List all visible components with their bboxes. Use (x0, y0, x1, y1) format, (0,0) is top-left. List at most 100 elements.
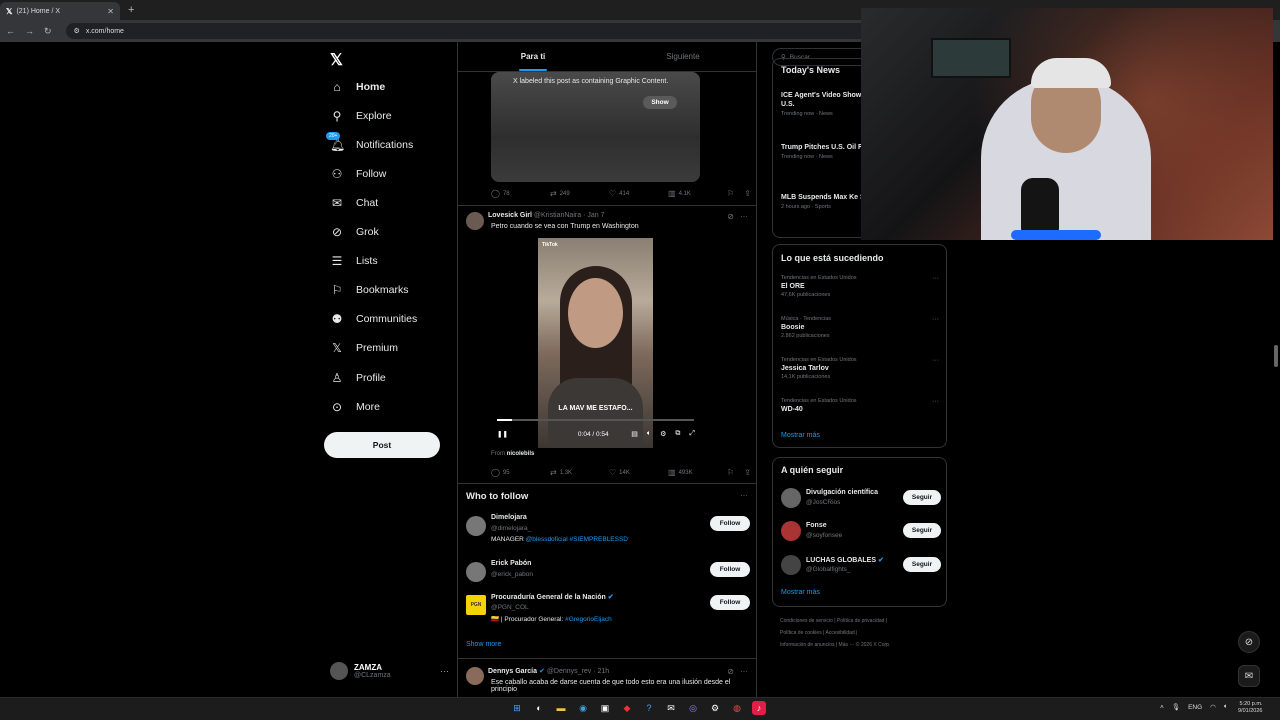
tweet-author[interactable]: Dennys García (488, 668, 537, 675)
clock[interactable]: 5:20 p.m. 9/01/2026 (1238, 701, 1262, 715)
more-icon[interactable]: ··· (932, 398, 939, 405)
sidebar-item-premium[interactable]: 𝕏 Premium (330, 341, 398, 355)
more-icon[interactable]: ··· (740, 491, 748, 500)
like-button[interactable]: ♡ 14K (609, 468, 668, 477)
forward-icon[interactable]: → (25, 26, 34, 36)
new-tab-icon[interactable]: + (128, 4, 134, 16)
follow-button[interactable]: Follow (710, 595, 750, 610)
sidebar-item-explore[interactable]: ⚲ Explore (330, 109, 392, 123)
messages-icon[interactable]: ✉ (1238, 665, 1260, 687)
follow-button[interactable]: Follow (710, 516, 750, 531)
more-icon[interactable]: ··· (932, 316, 939, 323)
close-tab-icon[interactable]: ✕ (107, 7, 114, 16)
more-icon[interactable]: ··· (740, 212, 748, 221)
chrome-icon[interactable]: ◍ (730, 701, 744, 715)
tab-siguiente[interactable]: Siguiente (608, 42, 756, 71)
more-icon[interactable]: ··· (932, 357, 939, 364)
sidebar-item-lists[interactable]: ☰ Lists (330, 254, 378, 268)
graphic-content-media[interactable]: X labeled this post as containing Graphi… (491, 72, 700, 182)
browser-tab[interactable]: 𝕏 (21) Home / X ✕ (0, 2, 120, 20)
more-icon[interactable]: ··· (740, 667, 748, 676)
back-icon[interactable]: ← (6, 26, 15, 36)
sidebar-item-communities[interactable]: ⚉ Communities (330, 312, 418, 326)
avatar[interactable] (466, 212, 484, 230)
show-more-link[interactable]: Mostrar más (781, 589, 820, 596)
steam-icon[interactable]: ⚙ (708, 701, 722, 715)
reply-button[interactable]: ◯ 95 (491, 468, 550, 477)
sidebar-item-bookmarks[interactable]: ⚐ Bookmarks (330, 283, 409, 297)
edge-icon[interactable]: ◉ (576, 701, 590, 715)
views-button[interactable]: ▥ 4.1K (668, 189, 727, 198)
share-icon[interactable]: ⇪ (744, 468, 751, 477)
sidebar-item-follow[interactable]: ⚇ Follow (330, 167, 387, 181)
grok-icon[interactable]: ⊘ (727, 212, 734, 221)
trend-item[interactable]: Tendencias en Estados Unidos WD-40 ··· (781, 398, 941, 413)
captions-icon[interactable]: ▤ (631, 430, 638, 438)
reply-button[interactable]: ◯ 78 (491, 189, 550, 198)
like-button[interactable]: ♡ 414 (609, 189, 668, 198)
pip-icon[interactable]: ⧉ (675, 430, 680, 438)
bookmark-icon[interactable]: ⚐ (727, 189, 734, 198)
repost-button[interactable]: ⇄ 249 (550, 189, 609, 198)
file-explorer-icon[interactable]: ▬ (554, 701, 568, 715)
sidebar-item-chat[interactable]: ✉ Chat (330, 196, 378, 210)
source-user[interactable]: nicolebils (507, 451, 535, 457)
grok-icon[interactable]: ⊘ (1238, 631, 1260, 653)
tweet-author[interactable]: Lovesick Girl (488, 212, 532, 219)
more-icon[interactable]: ··· (440, 666, 449, 676)
tweet-handle[interactable]: @Dennys_rev · 21h (547, 668, 609, 675)
follow-button[interactable]: Seguir (903, 523, 941, 538)
mail-icon[interactable]: ✉ (664, 701, 678, 715)
show-more-link[interactable]: Show more (466, 641, 501, 648)
share-icon[interactable]: ⇪ (744, 189, 751, 198)
wifi-icon[interactable]: ◠ (1210, 703, 1216, 711)
follow-button[interactable]: Seguir (903, 490, 941, 505)
trend-item[interactable]: Tendencias en Estados Unidos Jessica Tarl… (781, 357, 941, 380)
help-icon[interactable]: ? (642, 701, 656, 715)
repost-button[interactable]: ⇄ 1.3K (550, 468, 609, 477)
url-field[interactable]: ⚙ x.com/home (65, 23, 886, 39)
trend-item[interactable]: Tendencias en Estados Unidos El ORE 47,6K … (781, 275, 941, 298)
post-button[interactable]: Post (324, 432, 440, 458)
tweet-handle[interactable]: @KristianNaira (534, 212, 581, 219)
video-caption: LA MAV ME ESTAFO... (558, 405, 633, 412)
windows-start-icon[interactable]: ⊞ (510, 701, 524, 715)
sidebar-item-home[interactable]: ⌂ Home (330, 80, 385, 94)
account-switcher[interactable]: ZAMZA @CLzamza ··· (330, 662, 449, 680)
volume-icon[interactable]: 🔈︎ (1224, 703, 1228, 711)
mic-icon[interactable]: 🎙︎ (1172, 703, 1180, 711)
avatar: PGN (466, 595, 486, 615)
follow-button[interactable]: Follow (710, 562, 750, 577)
follow-button[interactable]: Seguir (903, 557, 941, 572)
video-player[interactable]: TikTok LA MAV ME ESTAFO... ❚❚ 0:04 / 0:5… (491, 238, 700, 448)
language-indicator[interactable]: ENG (1188, 704, 1202, 711)
app-icon[interactable]: ◆ (620, 701, 634, 715)
show-more-link[interactable]: Mostrar más (781, 432, 820, 439)
chevron-up-icon[interactable]: ˄ (1160, 704, 1164, 711)
volume-icon[interactable]: 🔈︎ (647, 430, 651, 438)
site-info-icon[interactable]: ⚙ (74, 27, 80, 35)
tiktok-icon[interactable]: ♪ (752, 701, 766, 715)
x-logo-icon[interactable]: 𝕏 (330, 50, 343, 70)
sidebar-item-more[interactable]: ⊙ More (330, 400, 380, 414)
tab-para-ti[interactable]: Para ti (458, 42, 608, 71)
grok-icon[interactable]: ⊘ (727, 667, 734, 676)
avatar[interactable] (466, 667, 484, 685)
views-button[interactable]: ▥ 493K (668, 468, 727, 477)
more-icon[interactable]: ··· (932, 275, 939, 282)
trend-item[interactable]: Música · Tendencias Boosie 2.862 publicaci… (781, 316, 941, 339)
bookmark-icon[interactable]: ⚐ (727, 468, 734, 477)
obs-icon[interactable]: ◎ (686, 701, 700, 715)
store-icon[interactable]: ▣ (598, 701, 612, 715)
sidebar-item-profile[interactable]: ♙ Profile (330, 371, 386, 385)
scrollbar[interactable] (1274, 345, 1278, 367)
sidebar-item-notifications[interactable]: 🔔︎ 20+ Notifications (326, 132, 413, 152)
pause-icon[interactable]: ❚❚ (497, 430, 508, 438)
fullscreen-icon[interactable]: ⤢ (689, 430, 695, 438)
show-button[interactable]: Show (643, 96, 677, 109)
video-progress-bar[interactable] (497, 419, 694, 421)
sidebar-item-grok[interactable]: ⊘ Grok (330, 225, 379, 239)
reload-icon[interactable]: ↻ (44, 26, 52, 37)
settings-icon[interactable]: ⚙ (660, 430, 666, 438)
copilot-icon[interactable]: ◐ (532, 701, 546, 715)
